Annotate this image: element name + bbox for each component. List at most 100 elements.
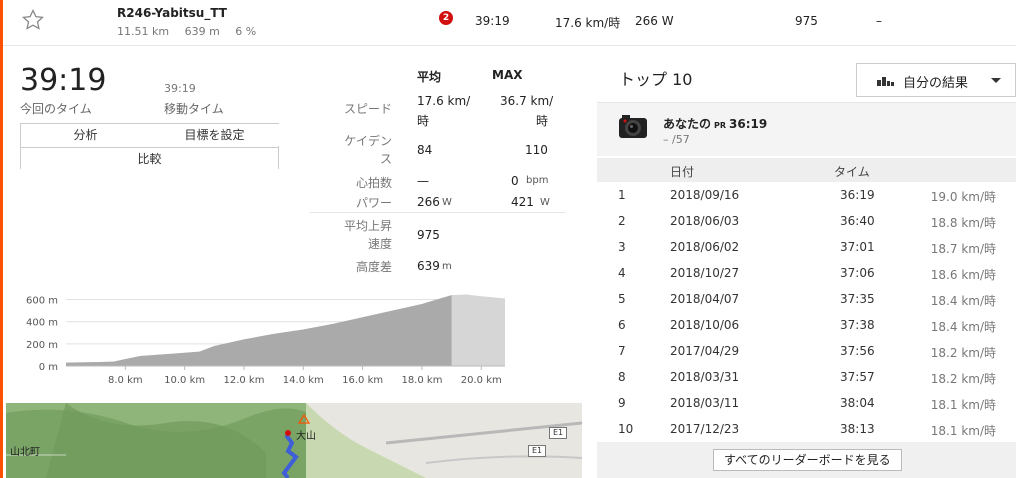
time-cell: 37:57 xyxy=(840,370,875,384)
date-cell: 2017/12/23 xyxy=(670,422,740,436)
date-cell: 2018/06/02 xyxy=(670,240,740,254)
segment-grade: 6 % xyxy=(235,25,257,38)
max-header: MAX xyxy=(492,68,523,82)
avg-header: 平均 xyxy=(417,70,442,84)
moving-time: 39:19 xyxy=(164,82,196,95)
elevation-chart[interactable]: 600 m 400 m 200 m 0 m 8.0 km 10.0 km 12.0 km 14… xyxy=(20,288,520,392)
table-row[interactable]: 7 2017/04/29 37:56 18.2 km/時 xyxy=(597,338,1016,364)
hr-unit: bpm xyxy=(526,175,549,186)
table-row[interactable]: 5 2018/04/07 37:35 18.4 km/時 xyxy=(597,286,1016,312)
table-row[interactable]: 3 2018/06/02 37:01 18.7 km/時 xyxy=(597,234,1016,260)
power-max: 421 xyxy=(511,195,534,209)
analyze-button[interactable]: 分析 xyxy=(21,124,150,146)
time-cell: 37:06 xyxy=(840,266,875,280)
date-cell: 2018/03/31 xyxy=(670,370,740,384)
set-goal-button[interactable]: 目標を設定 xyxy=(150,124,279,146)
x-tick-label: 12.0 km xyxy=(223,375,264,386)
speed-cell: 18.4 km/時 xyxy=(930,320,996,334)
avatar[interactable] xyxy=(617,111,649,141)
x-tick-label: 8.0 km xyxy=(108,375,143,386)
your-pr-time: 36:19 xyxy=(729,117,768,131)
rank-cell: 7 xyxy=(618,344,626,358)
table-row[interactable]: 10 2017/12/23 38:13 18.1 km/時 xyxy=(597,416,1016,442)
road-badge-e1: E1 xyxy=(549,427,568,439)
table-row[interactable]: 8 2018/03/31 37:57 18.2 km/時 xyxy=(597,364,1016,390)
cadence-avg: 84 xyxy=(417,143,433,157)
segment-speed: 17.6 km/時 xyxy=(555,16,621,30)
elevation-area-segment xyxy=(66,295,452,366)
bar-chart-icon xyxy=(877,77,894,86)
map-label-oyama: 大山 xyxy=(296,431,316,442)
cadence-max: 110 xyxy=(525,143,548,157)
action-buttons: 分析 目標を設定 比較 xyxy=(20,123,279,169)
rank-cell: 10 xyxy=(618,422,634,436)
x-tick-label: 10.0 km xyxy=(164,375,205,386)
y-tick-label: 400 m xyxy=(26,318,58,329)
dropdown-label: 自分の結果 xyxy=(903,76,969,91)
view-all-leaderboards-button[interactable]: すべてのリーダーボードを見る xyxy=(713,449,902,471)
speed-label: スピード xyxy=(343,102,392,116)
rank-cell: 3 xyxy=(618,240,626,254)
table-row[interactable]: 4 2018/10/27 37:06 18.6 km/時 xyxy=(597,260,1016,286)
time-cell: 38:04 xyxy=(840,396,875,410)
x-tick-label: 18.0 km xyxy=(401,375,442,386)
leaderboard-header: 日付 タイム xyxy=(597,158,1016,182)
x-tick-label: 14.0 km xyxy=(283,375,324,386)
route-map[interactable]: 山北町 大山 E1 E1 xyxy=(6,403,582,478)
date-cell: 2018/06/03 xyxy=(670,214,740,228)
time-cell: 36:40 xyxy=(840,214,875,228)
cadence-label-2: ス xyxy=(379,152,392,166)
your-result: あなたの PR 36:19 – /57 xyxy=(597,102,1016,156)
y-tick-label: 200 m xyxy=(26,340,58,351)
segment-hr: – xyxy=(876,14,882,28)
speed-cell: 18.1 km/時 xyxy=(930,398,996,412)
vam-avg: 975 xyxy=(417,228,440,242)
speed-max: 36.7 km/ xyxy=(500,94,554,108)
y-tick-label: 0 m xyxy=(39,362,58,373)
vam-label-1: 平均上昇 xyxy=(343,219,392,233)
rank-cell: 5 xyxy=(618,292,626,306)
elev-diff-unit: m xyxy=(442,261,452,272)
table-row[interactable]: 1 2018/09/16 36:19 19.0 km/時 xyxy=(597,182,1016,208)
rank-cell: 4 xyxy=(618,266,626,280)
speed-cell: 18.4 km/時 xyxy=(930,294,996,308)
power-avg: 266 xyxy=(417,195,440,209)
speed-avg: 17.6 km/ xyxy=(417,94,471,108)
leaderboard-footer: すべてのリーダーボードを見る xyxy=(597,442,1016,478)
date-cell: 2018/10/27 xyxy=(670,266,740,280)
table-row[interactable]: 6 2018/10/06 37:38 18.4 km/時 xyxy=(597,312,1016,338)
compare-button[interactable]: 比較 xyxy=(21,147,278,169)
pr-label: PR xyxy=(714,121,727,130)
y-tick-label: 600 m xyxy=(26,296,58,307)
segment-details: 11.51 km 639 m 6 % xyxy=(117,25,268,38)
results-dropdown[interactable]: 自分の結果 xyxy=(856,63,1016,97)
elev-diff-label: 高度差 xyxy=(355,260,392,274)
cadence-label-1: ケイデン xyxy=(344,134,392,148)
table-row[interactable]: 9 2018/03/11 38:04 18.1 km/時 xyxy=(597,390,1016,416)
table-row[interactable]: 2 2018/06/03 36:40 18.8 km/時 xyxy=(597,208,1016,234)
accent-bar xyxy=(0,0,3,478)
star-icon[interactable] xyxy=(21,8,45,32)
segment-elev-gain: 975 xyxy=(795,14,818,28)
moving-time-label: 移動タイム xyxy=(164,102,224,116)
date-cell: 2018/04/07 xyxy=(670,292,740,306)
time-cell: 38:13 xyxy=(840,422,875,436)
x-tick-label: 20.0 km xyxy=(461,375,502,386)
time-header: タイム xyxy=(834,165,870,179)
rank-cell: 6 xyxy=(618,318,626,332)
segment-time: 39:19 xyxy=(475,14,510,28)
segment-row[interactable]: R246-Yabitsu_TT 11.51 km 639 m 6 % 2 39:… xyxy=(3,0,1016,46)
rank-cell: 2 xyxy=(618,214,626,228)
segment-name[interactable]: R246-Yabitsu_TT xyxy=(117,6,227,20)
hr-max: 0 xyxy=(511,174,519,188)
map-terrain xyxy=(6,403,582,478)
time-cell: 37:56 xyxy=(840,344,875,358)
speed-cell: 18.2 km/時 xyxy=(930,346,996,360)
date-cell: 2017/04/29 xyxy=(670,344,740,358)
stats-divider xyxy=(310,212,566,213)
rank-cell: 8 xyxy=(618,370,626,384)
speed-cell: 18.1 km/時 xyxy=(930,424,996,438)
segment-distance: 11.51 km xyxy=(117,25,170,38)
speed-cell: 18.2 km/時 xyxy=(930,372,996,386)
segment-elevation: 639 m xyxy=(184,25,220,38)
